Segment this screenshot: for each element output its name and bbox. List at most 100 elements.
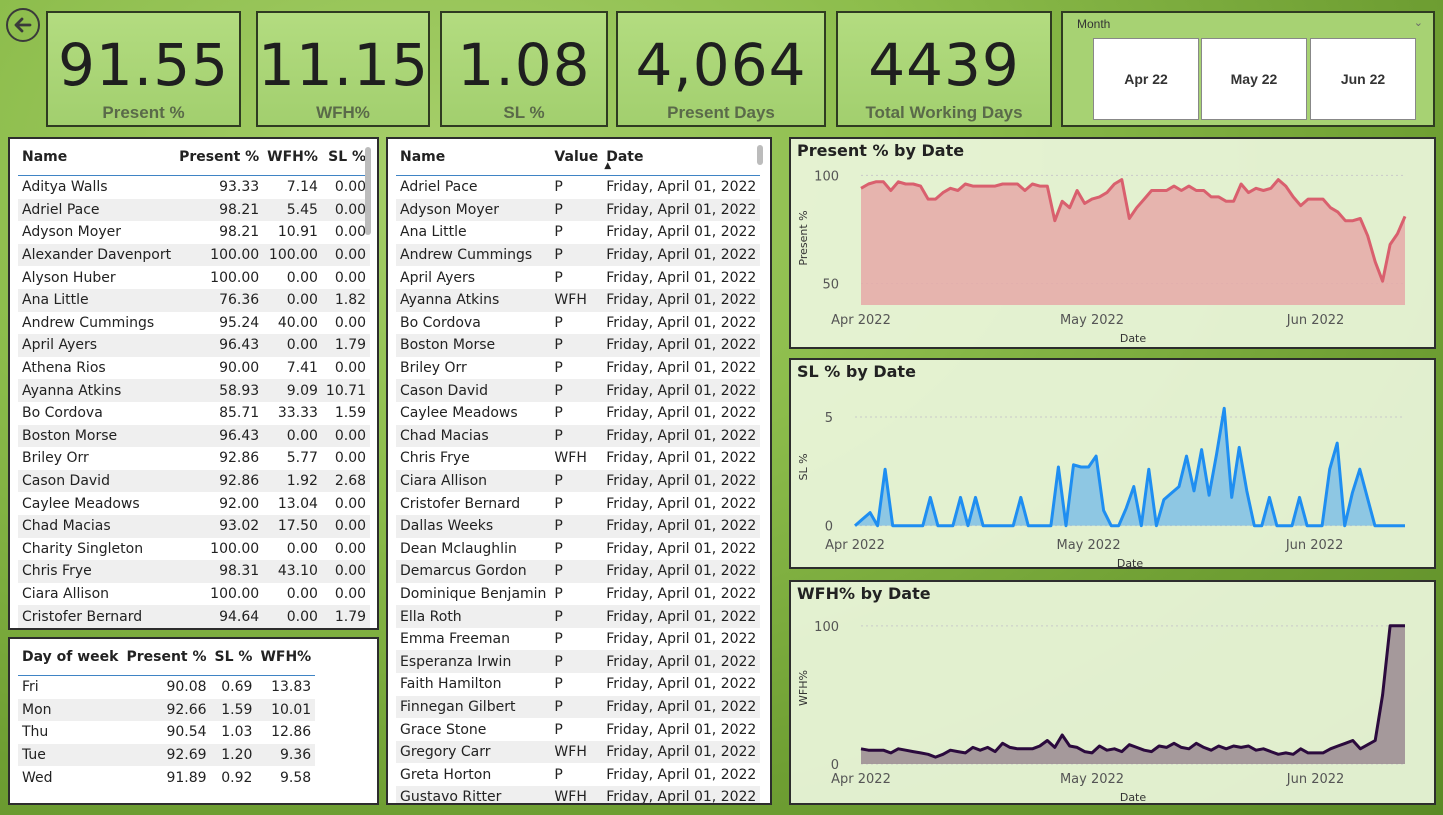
column-header-day[interactable]: Day of week [18, 639, 123, 676]
table-row[interactable]: Thu 90.54 1.03 12.86 [18, 721, 315, 744]
table-row[interactable]: Adriel Pace P Friday, April 01, 2022 [396, 176, 760, 199]
y-tick-label: 0 [825, 520, 833, 535]
table-cell: 0.00 [334, 360, 367, 377]
table-row[interactable]: Briley Orr P Friday, April 01, 2022 [396, 357, 760, 380]
table-row[interactable]: Dominique Benjamin P Friday, April 01, 202… [396, 583, 760, 606]
table-row[interactable]: Briley Orr 92.86 5.77 0.00 [18, 447, 370, 470]
table-row[interactable]: Ana Little P Friday, April 01, 2022 [396, 221, 760, 244]
table-cell: 0.00 [263, 288, 322, 312]
table-row[interactable]: Ciara Allison P Friday, April 01, 2022 [396, 469, 761, 493]
table-row[interactable]: Aditya Walls 93.33 7.14 0.00 [18, 176, 370, 199]
table-cell: Friday, April 01, 2022 [606, 360, 757, 377]
back-button[interactable] [6, 8, 40, 42]
slicer-option-may[interactable]: May 22 [1201, 38, 1307, 120]
table-row[interactable]: Cason David P Friday, April 01, 2022 [396, 379, 761, 402]
x-axis-label: Date [1117, 557, 1144, 567]
table-row[interactable]: Mon 92.66 1.59 10.01 [18, 698, 316, 722]
column-header-name[interactable]: Name [18, 139, 176, 176]
table-row[interactable]: Tue 92.69 1.20 9.36 [18, 743, 316, 767]
table-cell: Friday, April 01, 2022 [606, 631, 757, 648]
table-row[interactable]: Ayanna Atkins 58.93 9.09 10.71 [18, 379, 371, 402]
table-cell: Chad Macias [18, 514, 176, 538]
y-axis-label: Present % [797, 210, 810, 265]
series-line[interactable] [860, 624, 1405, 759]
table-row[interactable]: Ella Roth P Friday, April 01, 2022 [396, 605, 761, 628]
table-row[interactable]: Cason David 92.86 1.92 2.68 [18, 469, 371, 493]
table-row[interactable]: Chris Frye WFH Friday, April 01, 2022 [396, 447, 760, 470]
slicer-option-apr[interactable]: Apr 22 [1093, 38, 1199, 120]
table-row[interactable]: Chris Frye 98.31 43.10 0.00 [18, 560, 371, 583]
table-row[interactable]: Bo Cordova 85.71 33.33 1.59 [18, 402, 370, 425]
x-tick-label: May 2022 [1060, 772, 1124, 787]
table-row[interactable]: Dallas Weeks P Friday, April 01, 2022 [396, 514, 761, 538]
table-row[interactable]: Alexander Davenport 100.00 100.00 0.00 [18, 243, 371, 267]
table-row[interactable]: Wed 91.89 0.92 9.58 [18, 766, 315, 789]
table-row[interactable]: Athena Rios 90.00 7.41 0.00 [18, 357, 370, 380]
table-cell: Friday, April 01, 2022 [606, 405, 757, 422]
table-row[interactable]: Bo Cordova P Friday, April 01, 2022 [396, 312, 760, 335]
table-cell: 10.91 [277, 224, 318, 241]
table-row[interactable]: Esperanza Irwin P Friday, April 01, 2022 [396, 650, 761, 674]
y-tick-label: 5 [825, 411, 833, 426]
table-row[interactable]: Ana Little 76.36 0.00 1.82 [18, 288, 371, 312]
table-cell: Friday, April 01, 2022 [602, 379, 761, 402]
table-row[interactable]: Finnegan Gilbert P Friday, April 01, 2022 [396, 695, 761, 719]
table-row[interactable]: Boston Morse 96.43 0.00 0.00 [18, 424, 371, 448]
table-row[interactable]: Caylee Meadows 92.00 13.04 0.00 [18, 492, 370, 515]
column-header-value[interactable]: Value [550, 139, 603, 176]
table-row[interactable]: Gregory Carr WFH Friday, April 01, 2022 [396, 740, 761, 764]
table-row[interactable]: Emma Freeman P Friday, April 01, 2022 [396, 628, 760, 651]
table-row[interactable]: Dean Mclaughlin P Friday, April 01, 2022 [396, 538, 760, 561]
table-cell: 98.31 [175, 560, 264, 583]
table-row[interactable]: Cristofer Bernard 94.64 0.00 1.79 [18, 605, 371, 628]
chevron-down-icon[interactable]: ⌄ [1414, 16, 1423, 29]
table-row[interactable]: Boston Morse P Friday, April 01, 2022 [396, 334, 761, 357]
column-header-wfh[interactable]: WFH% [256, 639, 316, 676]
table-cell: 0.00 [321, 243, 371, 267]
table-cell: 90.08 [166, 679, 207, 696]
column-header-sl[interactable]: SL % [321, 139, 371, 176]
column-header-name[interactable]: Name [396, 139, 551, 176]
scrollbar-thumb[interactable] [365, 147, 371, 235]
column-header-sl[interactable]: SL % [210, 639, 257, 676]
table-row[interactable]: Alyson Huber 100.00 0.00 0.00 [18, 266, 370, 289]
table-row[interactable]: Ayanna Atkins WFH Friday, April 01, 2022 [396, 288, 761, 312]
table-row[interactable]: Adyson Moyer 98.21 10.91 0.00 [18, 221, 370, 244]
table-row[interactable]: Grace Stone P Friday, April 01, 2022 [396, 718, 760, 741]
scrollbar-thumb[interactable] [757, 145, 763, 165]
table-cell: 12.86 [271, 724, 312, 741]
table-row[interactable]: Chad Macias 93.02 17.50 0.00 [18, 514, 371, 538]
table-cell: 9.09 [263, 379, 322, 402]
table-row[interactable]: Adyson Moyer P Friday, April 01, 2022 [396, 198, 761, 222]
table-row[interactable]: Gustavo Ritter WFH Friday, April 01, 2022 [396, 786, 761, 803]
table-row[interactable]: Caylee Meadows P Friday, April 01, 2022 [396, 402, 760, 425]
table-cell: Boston Morse [396, 334, 551, 357]
table-row[interactable]: Demarcus Gordon P Friday, April 01, 2022 [396, 560, 761, 583]
table-row[interactable]: Andrew Cummings 95.24 40.00 0.00 [18, 312, 370, 335]
column-header-present[interactable]: Present % [175, 139, 264, 176]
column-header-date[interactable]: Date ▲ [602, 139, 761, 176]
table-row[interactable]: Andrew Cummings P Friday, April 01, 2022 [396, 243, 761, 267]
table-cell: 100.00 [210, 585, 260, 602]
table-row[interactable]: Greta Horton P Friday, April 01, 2022 [396, 763, 760, 786]
table-row[interactable]: Charity Singleton 100.00 0.00 0.00 [18, 538, 370, 561]
table-row[interactable]: Faith Hamilton P Friday, April 01, 2022 [396, 673, 760, 696]
table-row[interactable]: Fri 90.08 0.69 13.83 [18, 676, 315, 699]
table-row[interactable]: Adriel Pace 98.21 5.45 0.00 [18, 198, 371, 222]
table-cell: 0.00 [334, 585, 367, 602]
table-row[interactable]: Ciara Allison 100.00 0.00 0.00 [18, 583, 370, 606]
table-row[interactable]: Chad Macias P Friday, April 01, 2022 [396, 424, 761, 448]
table-cell: 0.00 [263, 605, 322, 628]
slicer-option-jun[interactable]: Jun 22 [1310, 38, 1416, 120]
table-row[interactable]: April Ayers 96.43 0.00 1.79 [18, 334, 371, 357]
table-cell: 92.69 [122, 743, 211, 767]
column-header-present[interactable]: Present % [122, 639, 211, 676]
table-row[interactable]: April Ayers P Friday, April 01, 2022 [396, 266, 760, 289]
column-header-wfh[interactable]: WFH% [263, 139, 322, 176]
table-row[interactable]: Cristofer Bernard P Friday, April 01, 2022 [396, 492, 760, 515]
table-cell: 98.21 [175, 198, 264, 222]
table-cell: Grace Stone [400, 721, 487, 738]
table-cell: WFH [550, 288, 603, 312]
table-cell: Chris Frye [18, 560, 176, 583]
table-cell: 94.64 [175, 605, 264, 628]
